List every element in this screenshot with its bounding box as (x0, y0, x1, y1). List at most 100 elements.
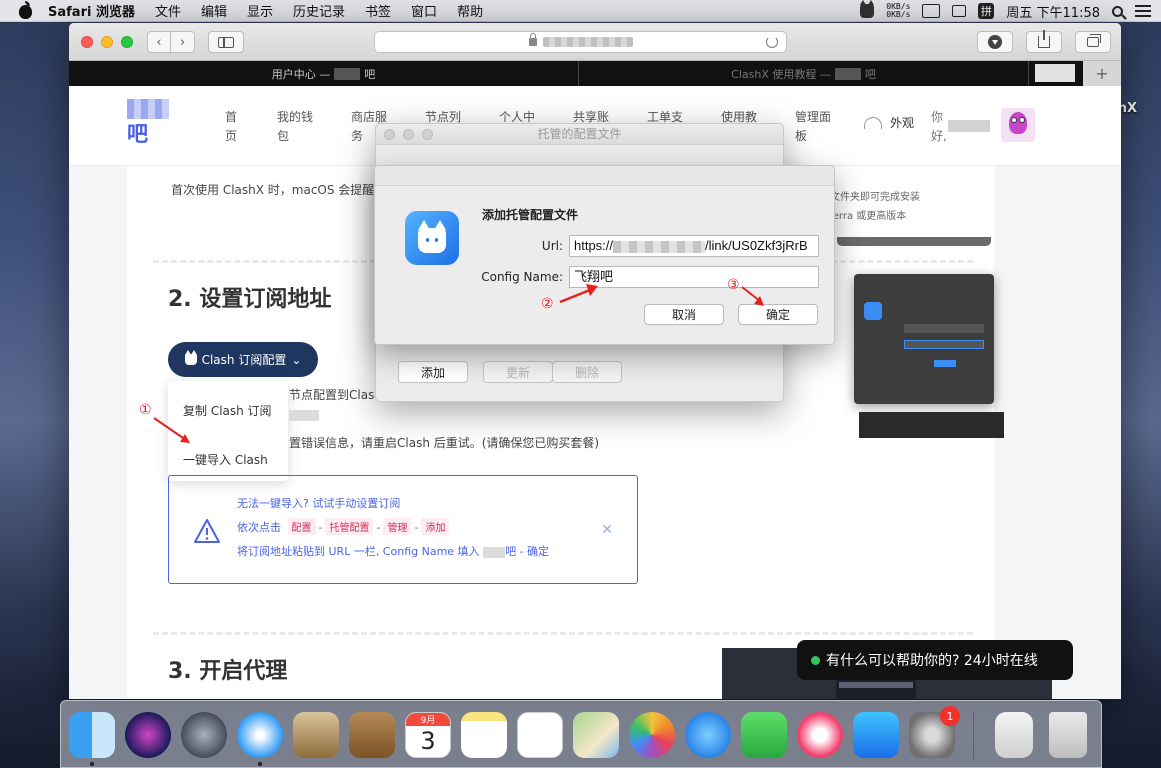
section-2-title: 2. 设置订阅地址 (168, 287, 332, 312)
annotation-2: ② (541, 296, 554, 312)
notification-badge: 1 (940, 706, 960, 726)
section-divider-2 (153, 632, 973, 635)
help-chat-bubble[interactable]: 有什么可以帮助你的? 24小时在线 (797, 640, 1073, 680)
share-button[interactable] (1026, 30, 1062, 53)
menu-help[interactable]: 帮助 (457, 1, 483, 20)
clashx-minimize-button[interactable] (403, 129, 414, 140)
menu-clock[interactable]: 周五 下午11:58 (1006, 2, 1100, 21)
back-button[interactable]: ‹ (147, 31, 171, 53)
contacts-icon[interactable] (349, 712, 395, 758)
net-speed: 0KB/s 0KB/s (886, 2, 911, 19)
manual-import-hint: 无法一键导入? 试试手动设置订阅 依次点击 配置 - 托管配置 - 管理 - 添加 将订阅地… (168, 475, 638, 584)
notification-center-icon[interactable] (1135, 5, 1151, 17)
music-icon[interactable] (797, 712, 843, 758)
mail-stamp-icon[interactable] (293, 712, 339, 758)
nav-home[interactable]: 首页 (225, 108, 239, 146)
online-status-icon (811, 655, 820, 665)
tab-clashx-tutorial[interactable]: ClashX 使用教程 — 吧 (579, 61, 1029, 86)
app-store-icon[interactable] (853, 712, 899, 758)
clashx-window-title: 托管的配置文件 (537, 127, 622, 141)
input-method-icon[interactable]: 拼 (978, 3, 995, 19)
one-click-import-clash[interactable]: 一键导入 Clash (183, 451, 268, 468)
launchpad-icon[interactable] (181, 712, 227, 758)
copy-clash-subscription[interactable]: 复制 Clash 订阅 (183, 402, 272, 419)
tab-user-center[interactable]: 用户中心 — 吧 (69, 61, 579, 86)
forward-button[interactable]: › (171, 31, 195, 53)
trash-icon[interactable] (1049, 712, 1087, 758)
reload-icon[interactable] (766, 36, 778, 48)
username-redacted (948, 120, 990, 132)
dock: 9月 3 1 (60, 700, 1102, 768)
clash-cat-icon (184, 350, 197, 365)
notes-icon[interactable] (461, 712, 507, 758)
download-icon (988, 35, 1002, 49)
lock-icon (528, 33, 537, 46)
address-bar[interactable] (374, 31, 787, 53)
apple-menu-icon[interactable] (18, 0, 34, 19)
screen-icon[interactable] (952, 5, 967, 17)
menu-bookmarks[interactable]: 书签 (365, 1, 391, 20)
zoom-window-button[interactable] (121, 36, 133, 48)
update-config-button[interactable]: 更新 (483, 361, 553, 383)
clashx-tray-icon[interactable] (860, 0, 875, 18)
close-window-button[interactable] (81, 36, 93, 48)
menu-window[interactable]: 窗口 (411, 1, 437, 20)
menu-edit[interactable]: 编辑 (201, 1, 227, 20)
tabs-icon (1087, 34, 1101, 47)
tabs-overview-button[interactable] (1075, 31, 1111, 53)
annotation-1: ① (139, 402, 152, 418)
sheet-title: 添加托管配置文件 (482, 208, 579, 222)
finder-icon[interactable] (69, 712, 115, 758)
safari-icon[interactable] (237, 712, 283, 758)
sidebar-toggle-button[interactable] (208, 31, 244, 53)
nav-admin[interactable]: 管理面板 (795, 108, 833, 146)
config-name-label: Config Name: (481, 270, 563, 284)
safari-toolbar: ‹ › (69, 23, 1121, 61)
close-icon[interactable]: ✕ (601, 522, 613, 538)
downloads-stack-icon[interactable] (995, 712, 1033, 758)
clashx-app-icon (405, 211, 459, 265)
clashx-close-button[interactable] (384, 129, 395, 140)
clash-subscribe-button[interactable]: Clash 订阅配置 ⌄ (168, 342, 318, 377)
siri-icon[interactable] (125, 712, 171, 758)
config-name-input[interactable]: 飞翔吧 (569, 266, 819, 288)
delete-config-button[interactable]: 删除 (552, 361, 622, 383)
site-logo[interactable]: 吧 (127, 99, 169, 148)
nav-wallet[interactable]: 我的钱包 (277, 108, 315, 146)
section-3-title: 3. 开启代理 (168, 659, 288, 684)
messages-icon[interactable] (685, 712, 731, 758)
airplay-icon[interactable] (922, 4, 941, 18)
minimize-window-button[interactable] (101, 36, 113, 48)
sun-icon (864, 116, 882, 129)
menu-history[interactable]: 历史记录 (293, 1, 345, 20)
appearance-toggle[interactable]: 外观 (864, 114, 914, 131)
step-text-a: 节点配置到Clas (289, 388, 375, 402)
intro-text: 首次使用 ClashX 时，macOS 会提醒你 (171, 183, 387, 197)
share-icon (1038, 30, 1050, 48)
menu-file[interactable]: 文件 (155, 1, 181, 20)
downloads-button[interactable] (977, 31, 1013, 53)
url-label: Url: (541, 239, 563, 253)
sidebar-icon (218, 36, 234, 48)
maps-icon[interactable] (573, 712, 619, 758)
spotlight-search-icon[interactable] (1112, 5, 1123, 17)
step-text-redacted (289, 408, 319, 422)
cancel-button[interactable]: 取消 (644, 304, 724, 325)
add-config-button[interactable]: 添加 (398, 361, 468, 383)
url-redacted (542, 37, 633, 47)
add-config-sheet: 添加托管配置文件 Url: https:///link/US0Zkf3jRrB … (374, 165, 835, 345)
menu-view[interactable]: 显示 (247, 1, 273, 20)
calendar-icon[interactable]: 9月 3 (405, 712, 451, 758)
reminders-icon[interactable] (517, 712, 563, 758)
menu-app-name[interactable]: Safari 浏览器 (48, 1, 135, 20)
facetime-icon[interactable] (741, 712, 787, 758)
greeting: 你好, (931, 110, 947, 143)
avatar[interactable] (1001, 108, 1035, 142)
url-input[interactable]: https:///link/US0Zkf3jRrB (569, 235, 819, 257)
photos-icon[interactable] (629, 712, 675, 758)
clashx-zoom-button[interactable] (422, 129, 433, 140)
annotation-arrow-1 (153, 417, 190, 443)
menu-bar: Safari 浏览器 文件 编辑 显示 历史记录 书签 窗口 帮助 0KB/s 0… (0, 0, 1161, 22)
new-tab-button[interactable]: + (1083, 61, 1121, 86)
annotation-arrow-2 (559, 284, 598, 304)
